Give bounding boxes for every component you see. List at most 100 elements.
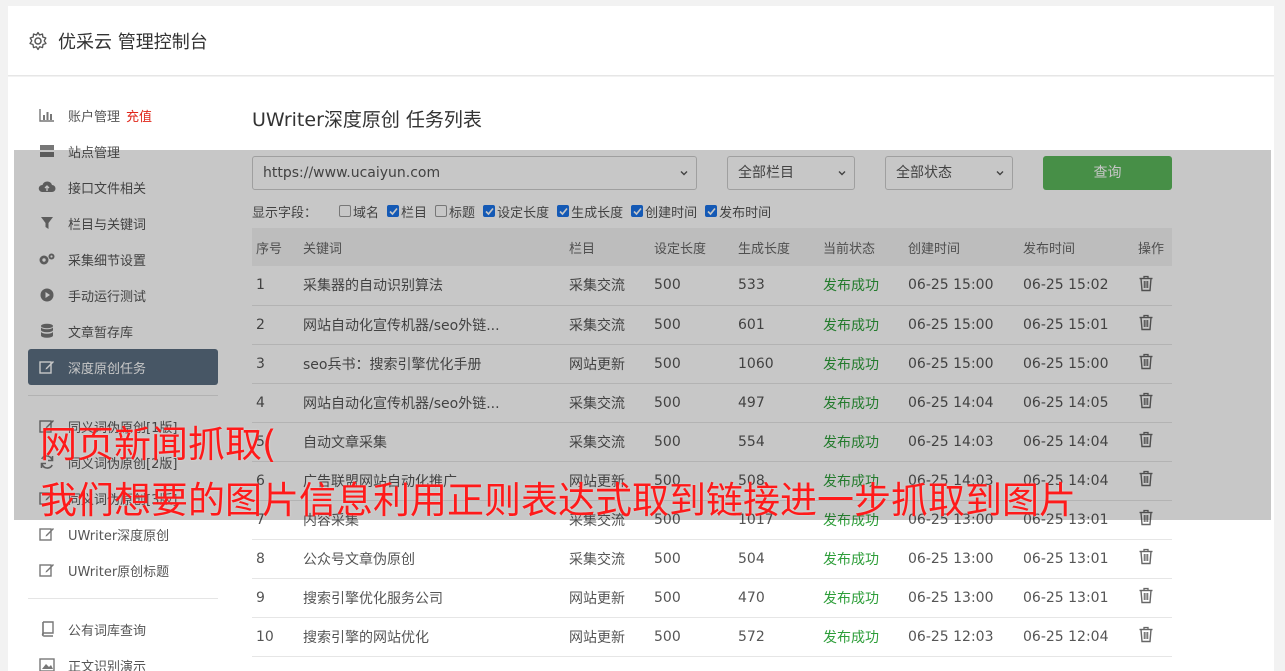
filter-icon — [38, 214, 56, 232]
table-cell: 采集交流 — [569, 278, 625, 295]
trash-icon[interactable] — [1138, 587, 1154, 604]
table-cell: 06-25 15:02 — [1023, 277, 1109, 294]
column-header: 序号 — [256, 241, 283, 257]
chevron-down-icon — [680, 171, 688, 176]
table-cell: 采集器的自动识别算法 — [303, 278, 443, 295]
sidebar-item-interface-files[interactable]: 接口文件相关 — [28, 169, 218, 205]
checkbox[interactable] — [631, 205, 644, 217]
query-button[interactable]: 查询 — [1043, 156, 1172, 190]
column-header: 当前状态 — [823, 241, 876, 257]
field-checkbox-created[interactable]: 创建时间 — [631, 202, 697, 221]
checkbox[interactable] — [387, 205, 400, 217]
trash-icon[interactable] — [1138, 314, 1154, 331]
checkbox[interactable] — [557, 205, 570, 217]
field-checkbox-domain[interactable]: 域名 — [339, 202, 379, 221]
field-checkbox-title[interactable]: 标题 — [435, 202, 475, 221]
table-cell: 06-25 15:00 — [908, 277, 994, 294]
table-cell: 10 — [256, 628, 274, 645]
table-cell: 06-25 13:00 — [908, 550, 994, 567]
chevron-down-icon — [996, 171, 1004, 176]
sidebar-item-account[interactable]: 账户管理 充值 — [28, 97, 218, 133]
sidebar-item-deep-original[interactable]: 深度原创任务 — [28, 349, 218, 385]
display-fields-label: 显示字段： — [252, 205, 318, 221]
table-cell: 06-25 14:05 — [1023, 394, 1109, 411]
column-header: 设定长度 — [654, 241, 707, 257]
sidebar-item-columns-keywords[interactable]: 栏目与关键词 — [28, 205, 218, 241]
trash-icon[interactable] — [1138, 431, 1154, 448]
table-cell: 500 — [654, 433, 681, 450]
table-cell: 06-25 15:01 — [1023, 316, 1109, 333]
table-cell: 自动文章采集 — [303, 434, 387, 451]
sidebar-item-sites[interactable]: 站点管理 — [28, 133, 218, 169]
field-checkbox-gen-length[interactable]: 生成长度 — [557, 202, 623, 221]
display-fields: 显示字段： 域名 栏目 标题 设定长度 生成长度 创建时间 发布时间 — [252, 200, 1172, 222]
column-select[interactable]: 全部栏目 — [727, 156, 855, 190]
column-header: 创建时间 — [908, 241, 961, 257]
status-select[interactable]: 全部状态 — [885, 156, 1013, 190]
table-cell: 采集交流 — [569, 551, 625, 568]
table-cell: 网站自动化宣传机器/seo外链... — [303, 395, 500, 412]
table-cell: 发布成功 — [823, 395, 879, 412]
sidebar-item-article-store[interactable]: 文章暂存库 — [28, 313, 218, 349]
bar-chart-icon — [38, 106, 56, 124]
action-cell — [1134, 500, 1172, 539]
sidebar-item-label: 采集细节设置 — [68, 253, 147, 269]
sidebar-item-label: 接口文件相关 — [68, 181, 147, 197]
action-cell — [1134, 578, 1172, 617]
sidebar-item-text-recognition[interactable]: 正文识别演示 — [28, 647, 218, 671]
table-cell: 网站更新 — [569, 590, 625, 607]
field-checkbox-set-length[interactable]: 设定长度 — [483, 202, 549, 221]
action-cell — [1134, 305, 1172, 344]
field-checkbox-published[interactable]: 发布时间 — [705, 202, 771, 221]
site-select[interactable]: https://www.ucaiyun.com — [252, 156, 697, 190]
filter-bar: https://www.ucaiyun.com 全部栏目 全部状态 查询 — [252, 156, 1172, 190]
table-cell: 1 — [256, 277, 265, 294]
column-header: 操作 — [1138, 241, 1165, 257]
field-checkbox-column[interactable]: 栏目 — [387, 202, 427, 221]
sidebar: 账户管理 充值 站点管理 接口文件相关 栏目与关键词 采集细节设置 手动运行测试… — [28, 97, 218, 671]
sidebar-item-manual-test[interactable]: 手动运行测试 — [28, 277, 218, 313]
table-cell: 601 — [738, 316, 765, 333]
edit-icon — [38, 561, 56, 579]
action-cell — [1134, 344, 1172, 383]
table-cell: 网站自动化宣传机器/seo外链... — [303, 317, 500, 334]
database-icon — [38, 322, 56, 340]
sidebar-item-collect-settings[interactable]: 采集细节设置 — [28, 241, 218, 277]
action-cell — [1134, 461, 1172, 500]
table-cell: 采集交流 — [569, 317, 625, 334]
checkbox[interactable] — [435, 205, 448, 217]
table-cell: 06-25 15:00 — [1023, 355, 1109, 372]
table-cell: 500 — [654, 589, 681, 606]
trash-icon[interactable] — [1138, 392, 1154, 409]
trash-icon[interactable] — [1138, 548, 1154, 565]
table-cell: 搜索引擎优化服务公司 — [303, 590, 443, 607]
sidebar-item-label: UWriter原创标题 — [68, 564, 170, 580]
checkbox[interactable] — [705, 205, 718, 217]
site-select-value: https://www.ucaiyun.com — [263, 165, 441, 181]
checkbox-label: 发布时间 — [719, 205, 772, 221]
table-cell: 06-25 13:01 — [1023, 550, 1109, 567]
table-cell: 497 — [738, 394, 765, 411]
trash-icon[interactable] — [1138, 353, 1154, 370]
checkbox[interactable] — [483, 205, 496, 217]
sidebar-item-uwriter-title[interactable]: UWriter原创标题 — [28, 552, 218, 588]
table-cell: 采集交流 — [569, 434, 625, 451]
table-cell: 06-25 12:04 — [1023, 628, 1109, 645]
table-cell: 发布成功 — [823, 629, 879, 646]
column-header: 发布时间 — [1023, 241, 1076, 257]
trash-icon[interactable] — [1138, 626, 1154, 643]
image-icon — [38, 656, 56, 671]
recharge-link[interactable]: 充值 — [126, 106, 152, 125]
action-cell — [1134, 422, 1172, 461]
main-content: UWriter深度原创 任务列表 https://www.ucaiyun.com… — [252, 100, 1172, 657]
trash-icon[interactable] — [1138, 275, 1154, 292]
sidebar-item-public-lexicon[interactable]: 公有词库查询 — [28, 611, 218, 647]
table-cell: 发布成功 — [823, 278, 879, 295]
table-cell: 3 — [256, 355, 265, 372]
play-icon — [38, 286, 56, 304]
trash-icon[interactable] — [1138, 509, 1154, 526]
checkbox[interactable] — [339, 205, 352, 217]
sidebar-item-label: UWriter深度原创 — [68, 528, 170, 544]
trash-icon[interactable] — [1138, 470, 1154, 487]
table-header: 序号 关键词 栏目 设定长度 生成长度 当前状态 创建时间 发布时间 操作 — [252, 228, 1172, 266]
